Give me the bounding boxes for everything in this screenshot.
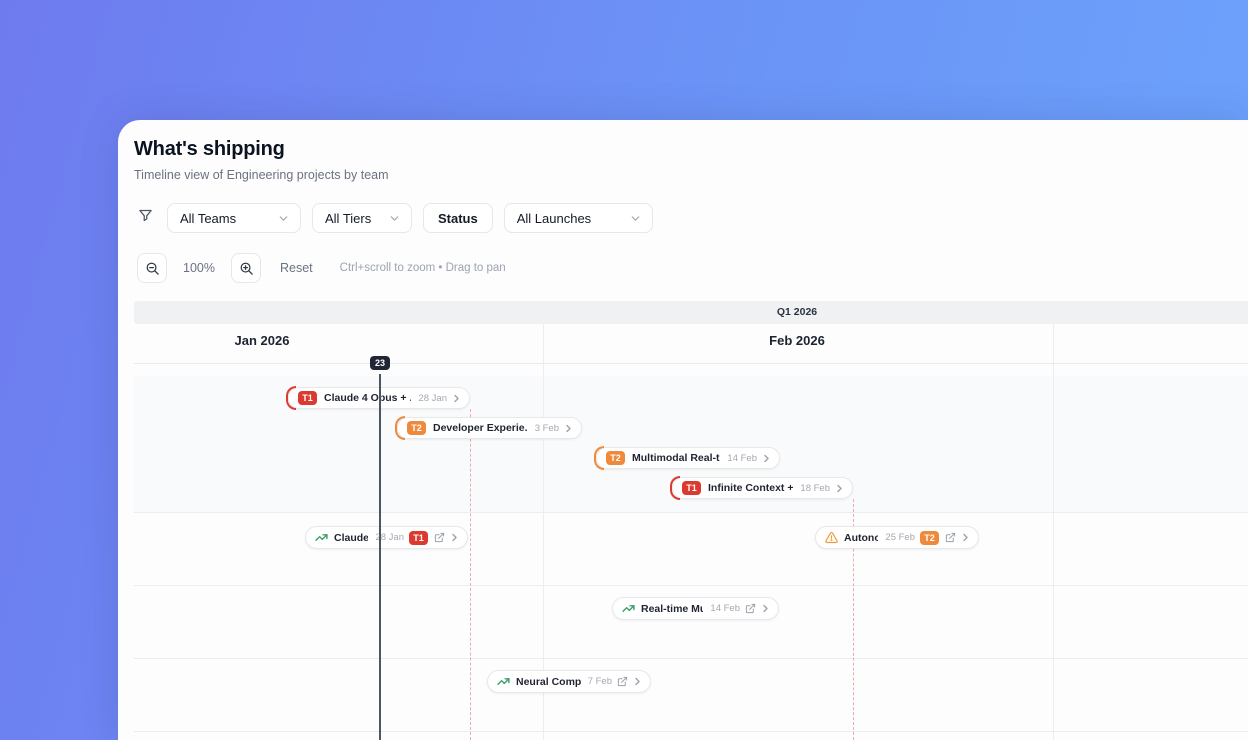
month-label: Feb 2026 (769, 333, 825, 348)
tiers-select-value: All Tiers (325, 210, 372, 226)
filter-bar: All Teams All Tiers Status All Launches (134, 203, 1248, 233)
today-marker: 23 (369, 356, 391, 370)
chevron-right-icon (961, 533, 970, 542)
project-date: 18 Feb (800, 482, 830, 494)
trend-up-icon (315, 531, 328, 544)
project-pill[interactable]: T2 Developer Experie... 3 Feb (395, 416, 582, 440)
start-bracket (286, 386, 296, 410)
chevron-right-icon (452, 394, 461, 403)
launch-title: Autonomo... (844, 531, 879, 544)
zoom-pan-hint: Ctrl+scroll to zoom • Drag to pan (339, 262, 506, 274)
launch-date: 7 Feb (587, 676, 612, 687)
tier-badge: T1 (682, 481, 701, 495)
chevron-right-icon (761, 604, 770, 613)
zoom-out-button[interactable] (137, 253, 167, 283)
reset-button[interactable]: Reset (280, 261, 313, 275)
teams-select-value: All Teams (180, 210, 237, 226)
launch-title: Claude 4 ... (334, 531, 369, 544)
project-title: Multimodal Real-t... (632, 452, 721, 464)
tiers-select[interactable]: All Tiers (312, 203, 412, 233)
chevron-right-icon (762, 454, 771, 463)
trend-up-icon (622, 602, 635, 615)
magnifier-minus-icon (146, 262, 159, 275)
external-link-icon (617, 676, 628, 687)
row-divider (134, 512, 1248, 513)
launch-date: 25 Feb (885, 532, 915, 543)
start-bracket (670, 476, 680, 500)
month-gridline (1053, 324, 1054, 740)
external-link-icon (434, 532, 445, 543)
chevron-down-icon (390, 215, 399, 221)
tier-badge: T2 (407, 421, 426, 435)
trend-up-icon (497, 675, 510, 688)
page-subtitle: Timeline view of Engineering projects by… (134, 168, 389, 182)
chevron-right-icon (450, 533, 459, 542)
chevron-down-icon (631, 215, 640, 221)
zoom-toolbar: 100% Reset Ctrl+scroll to zoom • Drag to… (137, 253, 1248, 283)
launch-pill[interactable]: Autonomo... 25 Feb T2 (815, 526, 979, 549)
project-date: 14 Feb (727, 452, 757, 464)
project-title: Infinite Context + ... (708, 482, 794, 494)
tier-badge: T1 (298, 391, 317, 405)
zoom-level: 100% (183, 261, 215, 275)
row-divider (134, 585, 1248, 586)
chevron-right-icon (633, 677, 642, 686)
launch-pill[interactable]: Neural Computer... 7 Feb (487, 670, 651, 693)
launch-date: 14 Feb (710, 603, 740, 614)
tier-badge: T1 (409, 530, 428, 545)
today-line (379, 374, 381, 740)
project-title: Claude 4 Opus + ... (324, 392, 412, 404)
launches-select-value: All Launches (516, 210, 592, 226)
launch-pill[interactable]: Real-time Multi... 14 Feb (612, 597, 779, 620)
launch-pill[interactable]: Claude 4 ...28 JanT1 (305, 526, 468, 549)
start-bracket (395, 416, 405, 440)
month-header-row (134, 324, 1248, 364)
main-card: What's shipping Timeline view of Enginee… (118, 120, 1248, 740)
project-pill[interactable]: T2 Multimodal Real-t... 14 Feb (594, 446, 780, 470)
tier-badge: T2 (606, 451, 625, 465)
zoom-in-button[interactable] (231, 253, 261, 283)
deadline-line (470, 409, 471, 740)
launches-select[interactable]: All Launches (503, 203, 653, 233)
month-label: Jan 2026 (234, 333, 290, 348)
project-pill[interactable]: T1 Infinite Context + ... 18 Feb (670, 476, 853, 500)
project-date: 28 Jan (418, 392, 447, 404)
warning-icon (825, 531, 838, 544)
teams-select[interactable]: All Teams (167, 203, 301, 233)
chevron-right-icon (564, 424, 573, 433)
tier-badge: T2 (920, 530, 939, 545)
row-divider (134, 658, 1248, 659)
launch-title: Real-time Multi... (641, 602, 704, 615)
external-link-icon (945, 532, 956, 543)
page-background: What's shipping Timeline view of Enginee… (0, 0, 1248, 740)
quarter-header: Q1 2026 (134, 301, 1248, 324)
row-divider (134, 731, 1248, 732)
funnel-icon (138, 208, 153, 228)
project-title: Developer Experie... (433, 422, 528, 434)
project-date: 3 Feb (534, 422, 559, 434)
launch-title: Neural Computer... (516, 675, 581, 688)
start-bracket (594, 446, 604, 470)
status-button[interactable]: Status (423, 203, 493, 233)
external-link-icon (745, 603, 756, 614)
timeline-canvas[interactable]: Q1 2026 Jan 2026 Feb 2026 23 T1 Claude 4 Opu… (134, 301, 1248, 740)
page-title: What's shipping (134, 138, 285, 160)
quarter-label: Q1 2026 (776, 306, 818, 318)
chevron-right-icon (835, 484, 844, 493)
chevron-down-icon (279, 215, 288, 221)
magnifier-plus-icon (240, 262, 253, 275)
